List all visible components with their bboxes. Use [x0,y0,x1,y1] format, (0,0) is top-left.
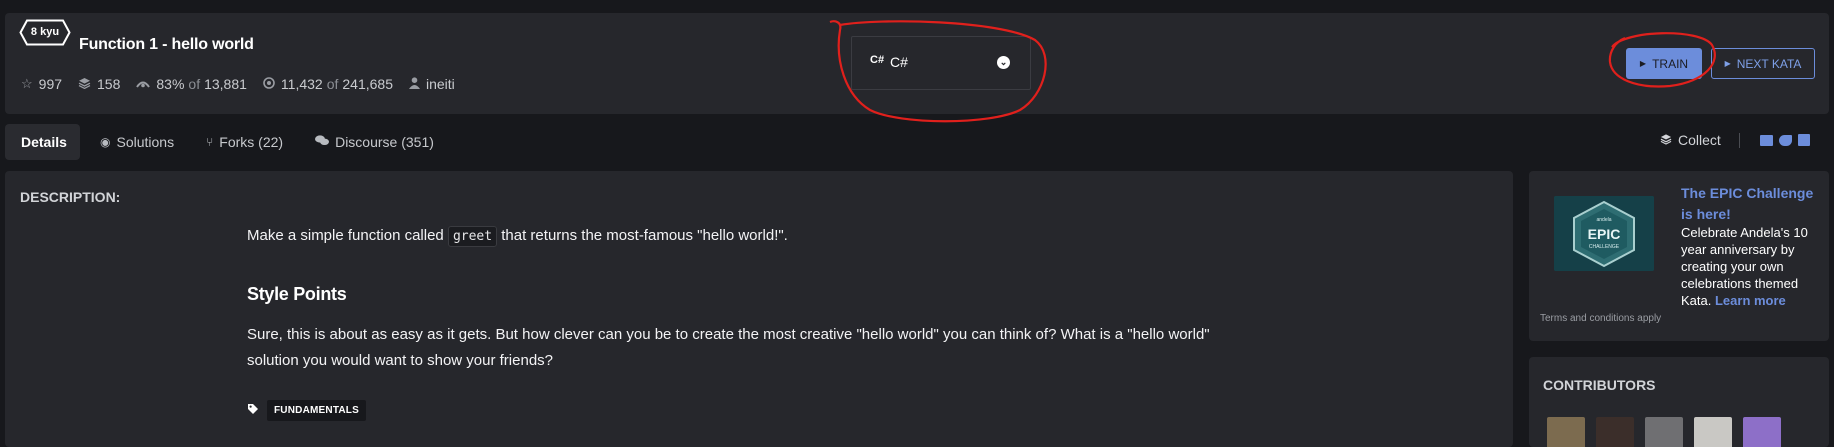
next-kata-label: NEXT KATA [1736,56,1802,71]
twitter-icon[interactable] [1778,134,1792,146]
comments-icon [315,135,330,149]
target-icon [263,76,275,92]
svg-text:EPIC: EPIC [1588,226,1621,242]
stat-stars[interactable]: ☆ 997 [21,76,62,92]
email-icon[interactable] [1759,134,1773,146]
language-select[interactable]: C# C# ⌄ [851,36,1031,90]
avatar[interactable] [1547,417,1585,447]
train-label: TRAIN [1652,56,1689,71]
satisfaction-rate: 83% [156,76,185,92]
collections-count: 158 [97,76,121,92]
attempted-count: 241,685 [342,76,393,92]
stat-completion: 11,432 of 241,685 [263,76,393,92]
learn-more-link[interactable]: Learn more [1715,293,1786,308]
kata-stats: ☆ 997 158 83% of 13,881 11,432 of 241,68… [21,76,471,92]
description-heading: DESCRIPTION: [20,189,121,205]
function-name-code: greet [447,226,498,247]
stars-count: 997 [38,76,63,92]
promo-panel: andela EPIC CHALLENGE The EPIC Challenge… [1529,171,1829,341]
play-icon: ▶ [1639,59,1647,68]
tag-icon [247,403,259,418]
stat-satisfaction: 83% of 13,881 [136,76,247,92]
style-points-text: Sure, this is about as easy as it gets. … [247,326,1210,369]
style-points-heading: Style Points [247,284,347,304]
completed-of: of [326,76,339,92]
stat-collections: 158 [78,76,120,92]
tab-solutions[interactable]: ◉ Solutions [80,124,190,160]
description-intro: Make a simple function called greet that… [247,226,788,247]
tab-solutions-label: Solutions [116,134,175,150]
kata-title: Function 1 - hello world [79,36,254,53]
layers-icon [78,77,91,92]
collect-icon [1660,133,1672,148]
rank-label: 8 kyu [30,26,60,38]
csharp-icon: C# [870,54,885,66]
facebook-icon[interactable] [1797,134,1810,146]
promo-title[interactable]: The EPIC Challenge is here! [1681,183,1821,225]
satisfaction-votes: 13,881 [204,76,247,92]
tab-details-label: Details [21,134,67,150]
svg-text:CHALLENGE: CHALLENGE [1589,244,1620,250]
divider [1738,132,1740,148]
star-icon: ☆ [21,76,33,91]
train-button[interactable]: ▶ TRAIN [1626,48,1702,79]
description-panel: DESCRIPTION: Make a simple function call… [5,171,1513,447]
kata-tools: Collect [1660,132,1810,148]
tab-discourse[interactable]: Discourse (351) [299,124,450,160]
tag-fundamentals[interactable]: FUNDAMENTALS [267,400,366,421]
fork-icon: ⑂ [206,135,214,149]
terms-note[interactable]: Terms and conditions apply [1540,313,1661,324]
kata-tabs: Details ◉ Solutions ⑂ Forks (22) Discour… [5,124,450,160]
avatar[interactable] [1694,417,1732,447]
tab-forks[interactable]: ⑂ Forks (22) [190,124,299,160]
solutions-icon: ◉ [100,135,111,149]
thumbs-icon [136,77,151,92]
contributors-heading: CONTRIBUTORS [1543,377,1656,393]
play-icon: ▶ [1724,59,1731,68]
intro-text-before: Make a simple function called [247,227,444,244]
author-name: ineiti [426,76,455,92]
promo-text: Celebrate Andela's 10 year anniversary b… [1681,224,1821,309]
language-selected: C# [890,54,908,70]
svg-text:andela: andela [1596,217,1611,223]
tag-list: FUNDAMENTALS [247,400,366,421]
contributor-avatars [1547,417,1792,447]
satisfaction-of: of [188,76,201,92]
user-icon [409,76,420,92]
chevron-down-icon: ⌄ [997,56,1010,69]
tab-forks-label: Forks (22) [219,134,284,150]
avatar[interactable] [1645,417,1683,447]
collect-button[interactable]: Collect [1678,132,1721,148]
tab-discourse-label: Discourse (351) [335,134,434,150]
completed-count: 11,432 [280,76,323,92]
avatar[interactable] [1743,417,1781,447]
next-kata-button[interactable]: ▶ NEXT KATA [1711,48,1815,79]
epic-challenge-image[interactable]: andela EPIC CHALLENGE [1554,196,1654,271]
stat-author[interactable]: ineiti [409,76,455,92]
contributors-panel: CONTRIBUTORS [1529,357,1829,447]
rank-badge: 8 kyu [19,19,71,46]
avatar[interactable] [1596,417,1634,447]
intro-text-after: that returns the most-famous "hello worl… [501,227,788,244]
tab-details[interactable]: Details [5,124,80,160]
